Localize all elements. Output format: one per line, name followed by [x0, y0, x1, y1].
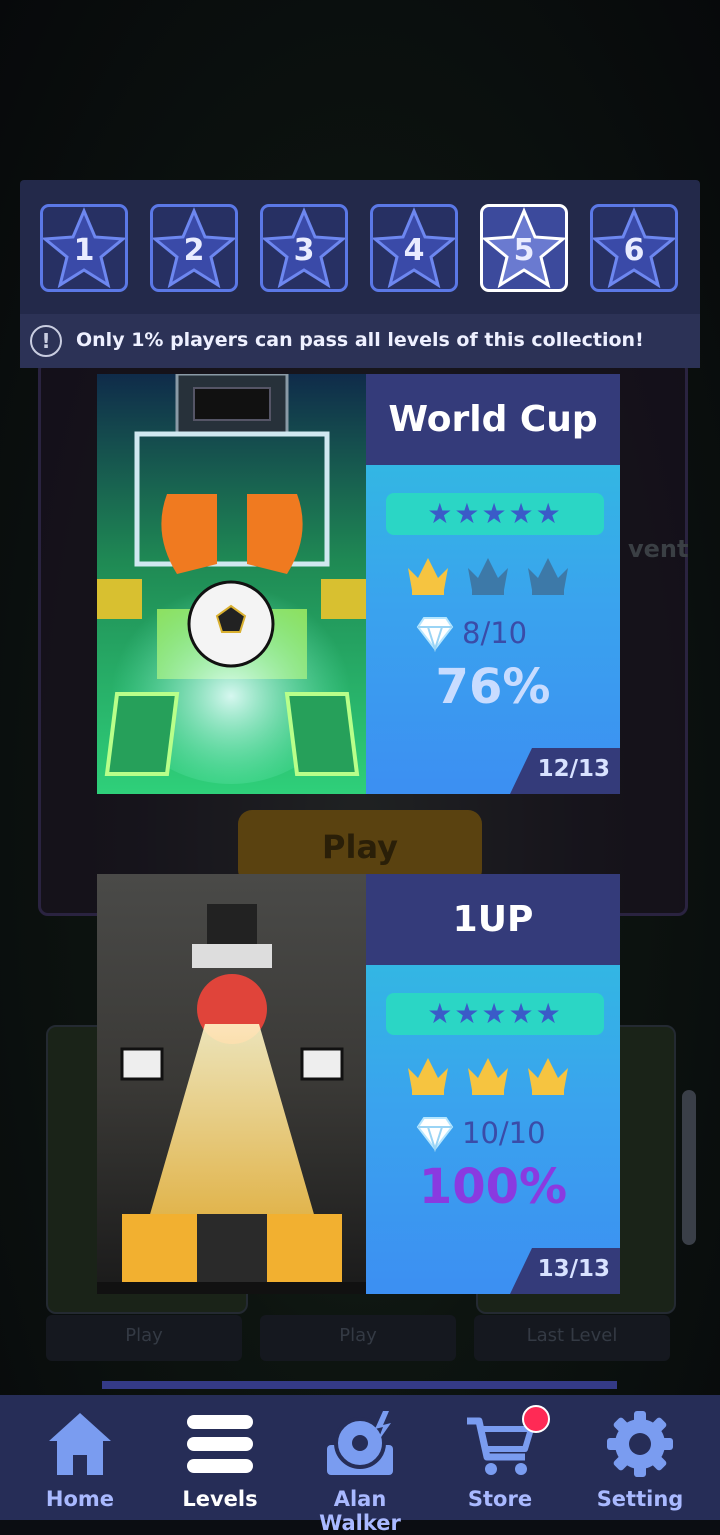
collection-tab-5[interactable]: 5 [480, 204, 568, 292]
nav-levels[interactable]: Levels [150, 1395, 290, 1520]
nav-alan-walker[interactable]: Alan Walker [290, 1395, 430, 1535]
difficulty-stars: ★★★★★ [386, 493, 604, 535]
completion-percent: 76% [435, 659, 551, 715]
collection-tab-1[interactable]: 1 [40, 204, 128, 292]
crown-icon-earned [528, 1058, 568, 1095]
info-icon: ! [30, 325, 62, 357]
level-card-world-cup[interactable]: World Cup ★★★★★ 8/10 76% 12/13 [97, 374, 620, 794]
soccer-artwork-image [97, 374, 366, 794]
completion-percent: 100% [418, 1159, 568, 1215]
nav-setting[interactable]: Setting [570, 1395, 710, 1520]
level-progress: 12/13 [510, 748, 620, 794]
nav-divider [102, 1381, 617, 1389]
collection-tab-number: 2 [183, 233, 205, 268]
collection-tab-6[interactable]: 6 [590, 204, 678, 292]
nav-levels-label: Levels [182, 1487, 258, 1511]
difficulty-stars: ★★★★★ [386, 993, 604, 1035]
nav-store[interactable]: Store [430, 1395, 570, 1520]
crown-rating [404, 554, 584, 604]
diamond-icon [416, 1117, 454, 1152]
level-card-1up[interactable]: 1UP ★★★★★ 10/10 100% 13/13 [97, 874, 620, 1294]
collection-tab-number: 5 [513, 233, 535, 268]
scrollbar[interactable] [682, 1090, 696, 1245]
level-progress: 13/13 [510, 1248, 620, 1294]
background-event-label: vent [628, 535, 689, 563]
1up-artwork-image [97, 874, 366, 1294]
nav-alan-walker-label: Alan Walker [319, 1487, 401, 1535]
gear-icon [607, 1411, 673, 1477]
collection-tab-4[interactable]: 4 [370, 204, 458, 292]
level-info-panel: 1UP ★★★★★ 10/10 100% 13/13 [366, 874, 620, 1294]
crown-icon-earned [468, 1058, 508, 1095]
crown-icon-earned [408, 1058, 448, 1095]
level-artwork[interactable] [97, 874, 366, 1294]
background-play-button: Play [238, 810, 482, 884]
bottom-nav: Home Levels Alan Walker Store Setting [0, 1395, 720, 1535]
music-disc-icon [327, 1411, 393, 1475]
level-progress-text: 13/13 [537, 1256, 610, 1282]
collection-tab-number: 4 [403, 233, 425, 268]
level-title: World Cup [366, 374, 620, 465]
background-play-button: Play [260, 1315, 456, 1361]
home-icon [49, 1413, 111, 1475]
collection-notice: ! Only 1% players can pass all levels of… [20, 314, 700, 368]
collection-tab-2[interactable]: 2 [150, 204, 238, 292]
level-title: 1UP [366, 874, 620, 965]
level-info-panel: World Cup ★★★★★ 8/10 76% 12/13 [366, 374, 620, 794]
crown-rating [404, 1054, 584, 1104]
collection-tab-number: 1 [73, 233, 95, 268]
gem-count: 8/10 [462, 616, 528, 650]
background-last-level-button: Last Level [474, 1315, 670, 1361]
list-icon [187, 1415, 253, 1473]
collection-tab-3[interactable]: 3 [260, 204, 348, 292]
level-artwork[interactable] [97, 374, 366, 794]
diamond-icon [416, 617, 454, 652]
nav-setting-label: Setting [596, 1487, 684, 1511]
level-progress-text: 12/13 [537, 756, 610, 782]
background-play-button: Play [46, 1315, 242, 1361]
nav-store-label: Store [467, 1487, 533, 1511]
nav-home[interactable]: Home [10, 1395, 150, 1520]
notification-badge [522, 1405, 550, 1433]
nav-home-label: Home [45, 1487, 115, 1511]
crown-icon-earned [408, 558, 448, 595]
collection-tabs-panel: 1 2 3 4 5 6 ! Only 1% players can pass a… [20, 180, 700, 368]
gem-count: 10/10 [462, 1116, 546, 1150]
notice-text: Only 1% players can pass all levels of t… [76, 329, 644, 351]
collection-tab-number: 6 [623, 233, 645, 268]
collection-tab-number: 3 [293, 233, 315, 268]
crown-icon-empty [468, 558, 508, 595]
crown-icon-empty [528, 558, 568, 595]
